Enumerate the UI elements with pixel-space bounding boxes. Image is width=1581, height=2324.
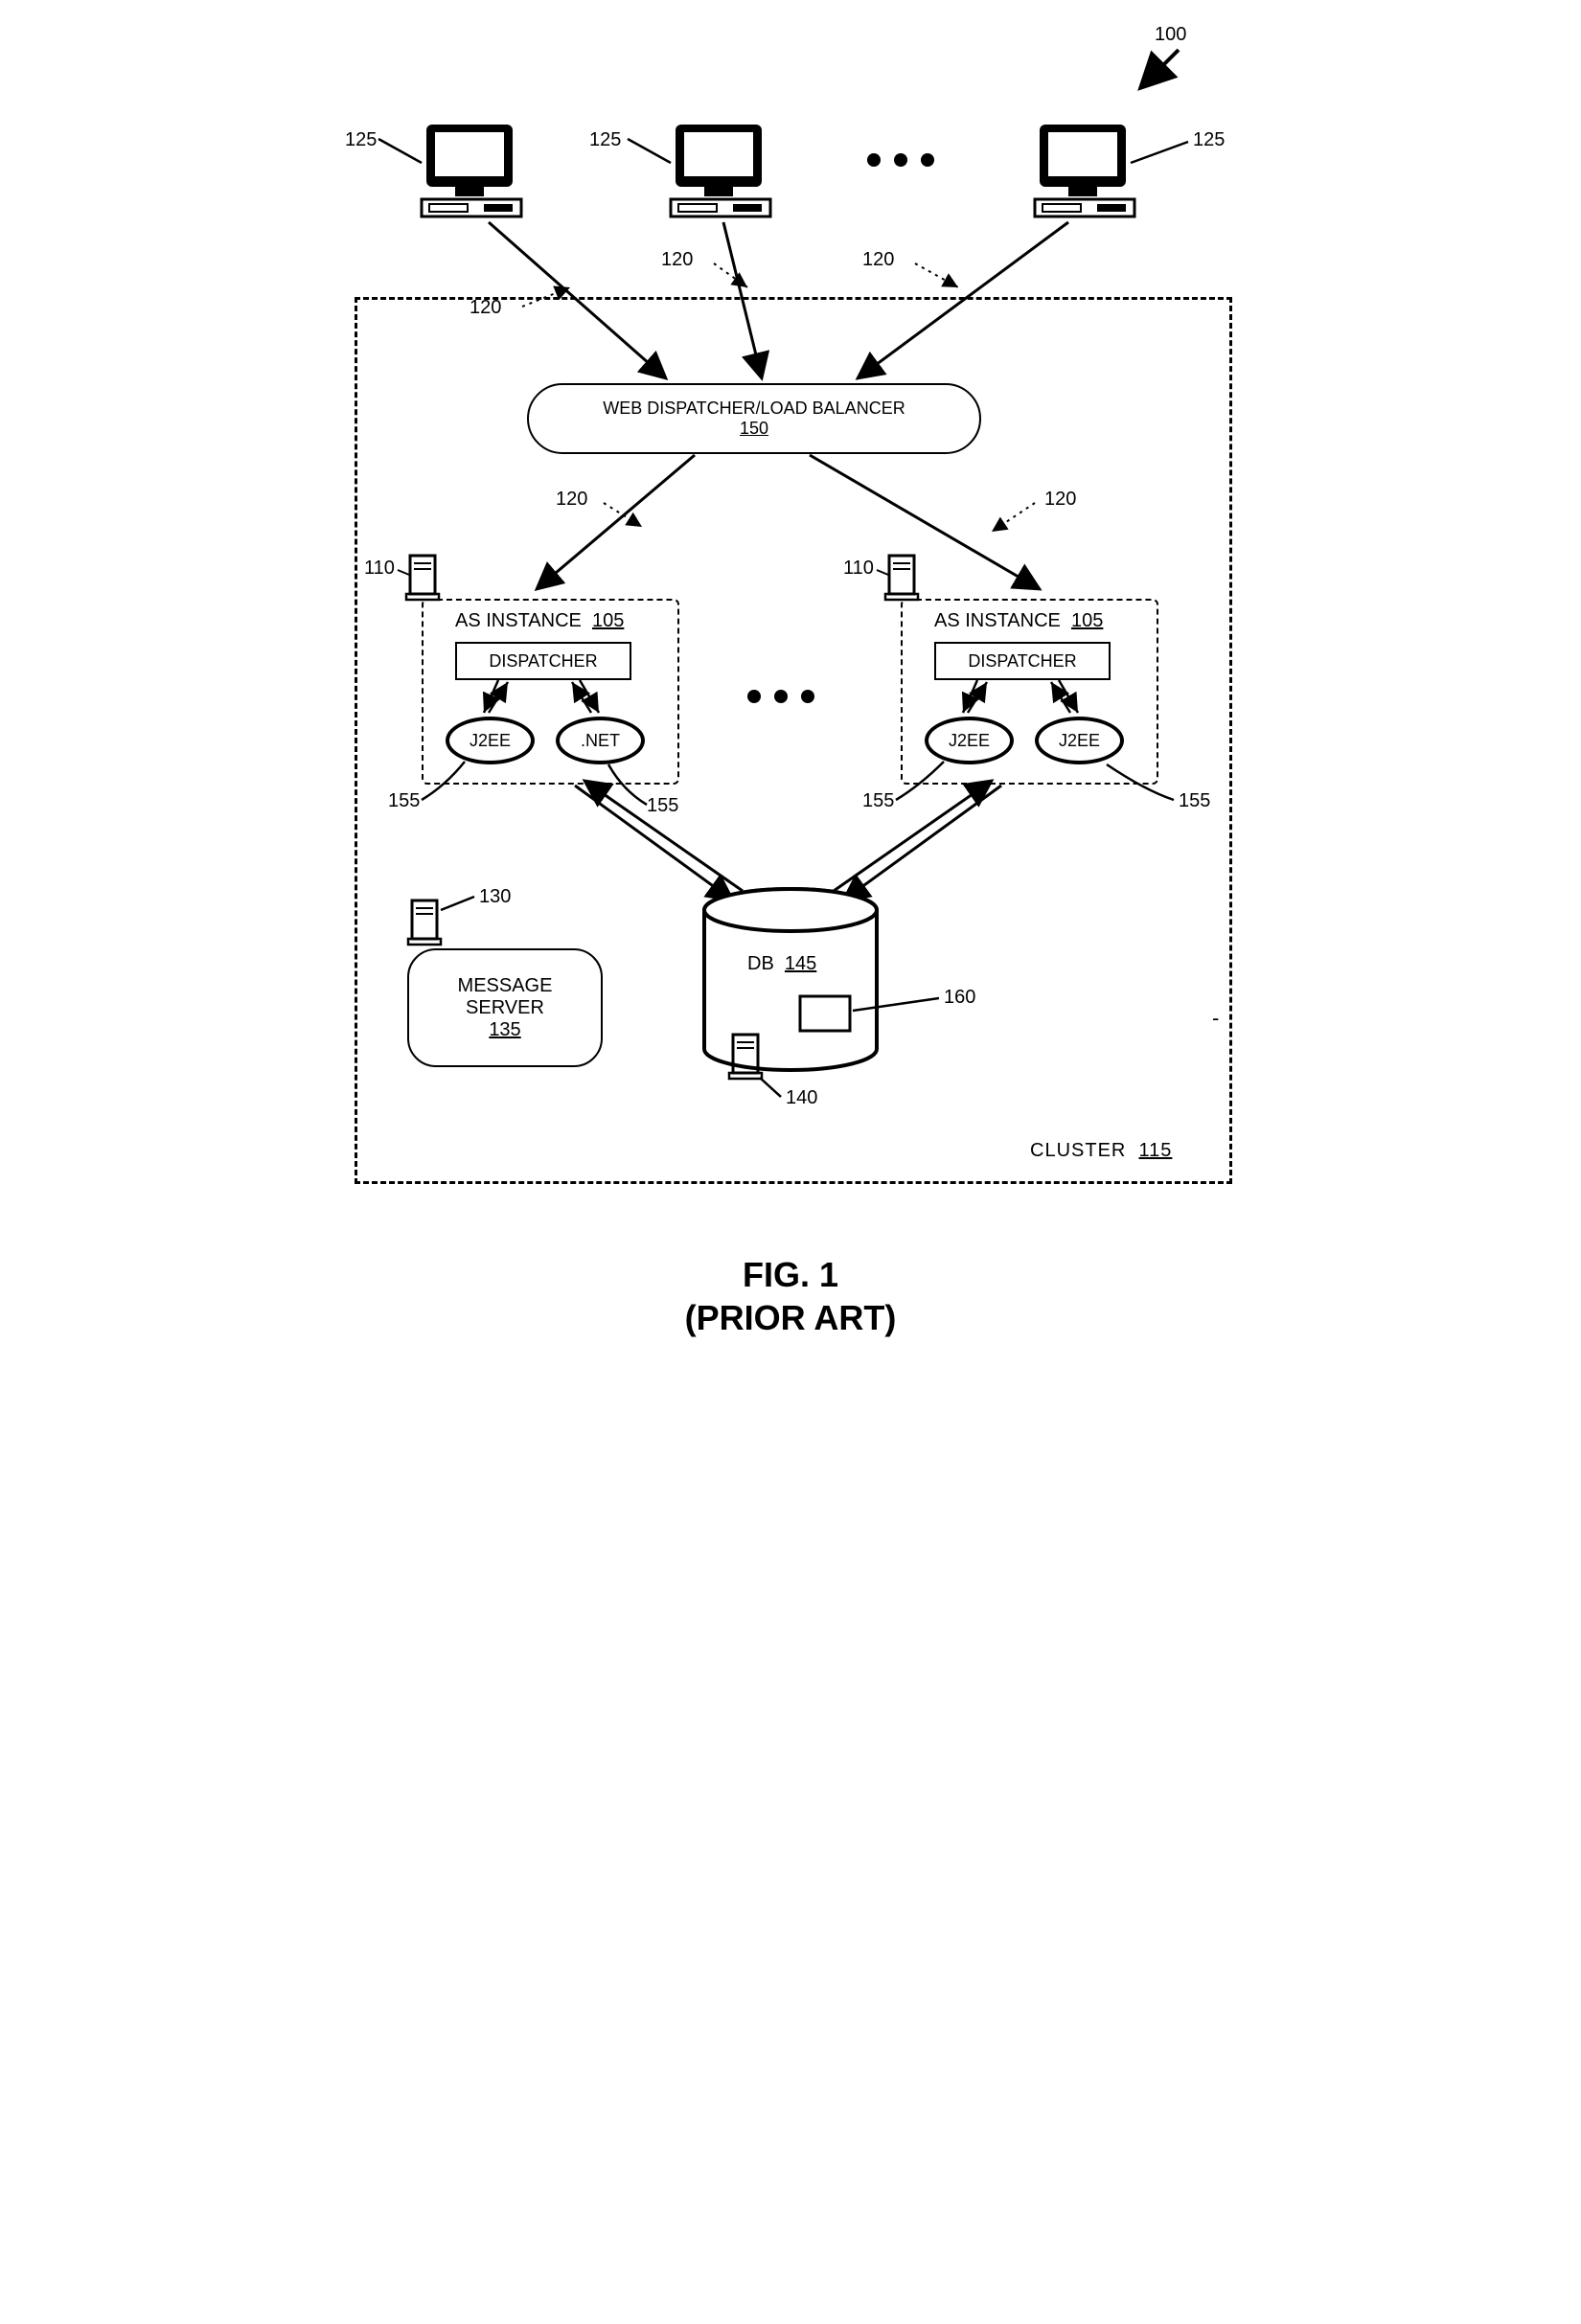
dispatcher-left: DISPATCHER [455,642,631,680]
lb-title: WEB DISPATCHER/LOAD BALANCER [603,399,905,419]
ref-160: 160 [944,987,975,1009]
msg-title: MESSAGE SERVER [458,975,553,1019]
cluster-label: CLUSTER 115 [1030,1140,1172,1162]
ellipsis-instances [747,690,814,703]
ref-msghost: 130 [479,886,511,908]
node-net-left: .NET [556,717,645,764]
db-label: DB 145 [747,953,816,975]
client-icon [1035,125,1134,216]
ref-system: 100 [1155,24,1186,46]
ref-dbhost: 140 [786,1087,817,1109]
node-j2ee-right2: J2EE [1035,717,1124,764]
ref-client-1: 125 [345,129,377,151]
ref-ashost-left: 110 [364,558,395,580]
ref-req-3: 120 [862,249,894,271]
client-icon [422,125,521,216]
as-title-left: AS INSTANCE 105 [455,610,624,632]
diagram-root: 100 [311,19,1270,1427]
lb-num: 150 [740,419,768,439]
msg-num: 135 [489,1019,520,1041]
ref-req-5: 120 [1044,489,1076,511]
ref-ashost-right: 110 [843,558,874,580]
stray-mark: - [1212,1006,1219,1031]
dispatcher-right: DISPATCHER [934,642,1111,680]
ref-req-2: 120 [661,249,693,271]
load-balancer-box: WEB DISPATCHER/LOAD BALANCER 150 [527,383,981,454]
ref-client-2: 125 [589,129,621,151]
ref-client-3: 125 [1193,129,1225,151]
client-icon [671,125,770,216]
ref-req-4: 120 [556,489,587,511]
figure-caption-2: (PRIOR ART) [311,1298,1270,1338]
node-j2ee-left: J2EE [446,717,535,764]
ref-155-a: 155 [388,790,420,812]
message-server-box: MESSAGE SERVER 135 [407,948,603,1067]
ref-155-d: 155 [1179,790,1210,812]
ellipsis-clients [867,153,934,167]
node-j2ee-right1: J2EE [925,717,1014,764]
ref-155-b: 155 [647,795,678,817]
figure-caption-1: FIG. 1 [311,1255,1270,1295]
as-title-right: AS INSTANCE 105 [934,610,1103,632]
ref-155-c: 155 [862,790,894,812]
